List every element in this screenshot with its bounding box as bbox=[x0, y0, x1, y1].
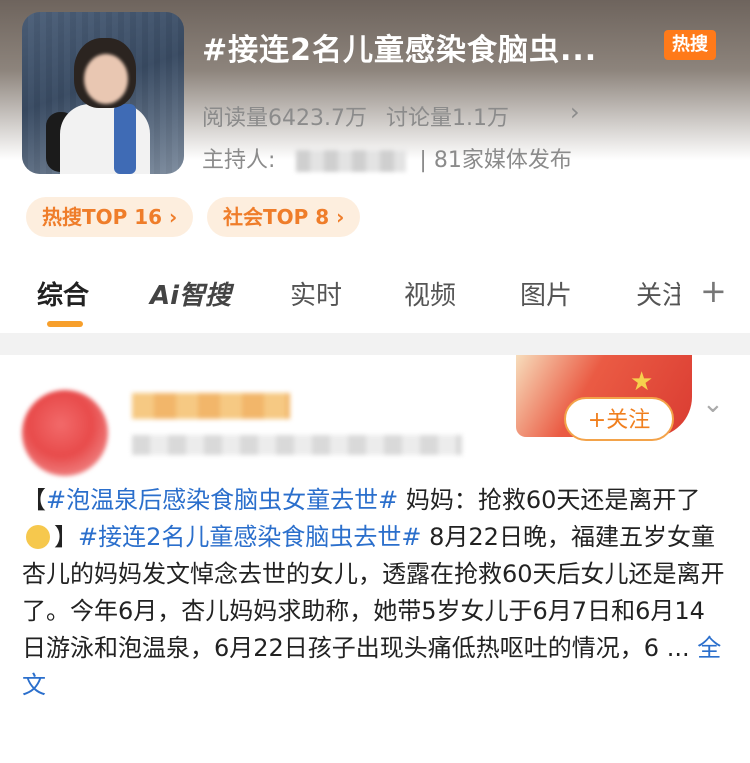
topic-cover-image bbox=[22, 12, 184, 174]
post-card: ★ +关注 ⌄ 【#泡温泉后感染食脑虫女童去世# 妈妈：抢救60天还是离开了】#… bbox=[0, 355, 750, 763]
tab-images[interactable]: 图片 bbox=[520, 275, 572, 312]
tab-realtime[interactable]: 实时 bbox=[290, 275, 342, 312]
read-count: 阅读量6423.7万 bbox=[202, 106, 367, 131]
topic-title: #接连2名儿童感染食脑虫... bbox=[202, 33, 598, 68]
chevron-right-icon[interactable]: › bbox=[570, 98, 580, 126]
hot-badge: 热搜 bbox=[664, 30, 716, 60]
follow-button[interactable]: +关注 bbox=[564, 397, 674, 441]
cover-child-body bbox=[60, 104, 150, 174]
post-text-part1: 妈妈：抢救60天还是离开了 bbox=[405, 486, 701, 514]
hashtag-link[interactable]: #接连2名儿童感染食脑虫去世# bbox=[78, 523, 422, 551]
cover-child-strap bbox=[114, 104, 136, 174]
host-line: 主持人: | 81家媒体发布 bbox=[202, 142, 572, 174]
sad-emoji-icon bbox=[26, 525, 50, 549]
cover-child-face bbox=[84, 54, 128, 104]
hot-search-rank-pill[interactable]: 热搜TOP 16 › bbox=[26, 197, 194, 237]
chevron-down-icon[interactable]: ⌄ bbox=[702, 389, 724, 419]
hashtag-link[interactable]: #泡温泉后感染食脑虫女童去世# bbox=[46, 486, 398, 514]
society-rank-pill[interactable]: 社会TOP 8 › bbox=[207, 197, 361, 237]
section-divider bbox=[0, 333, 750, 355]
media-count: | 81家媒体发布 bbox=[419, 148, 572, 173]
host-label: 主持人: bbox=[202, 148, 276, 173]
topic-stats[interactable]: 阅读量6423.7万 讨论量1.1万 bbox=[202, 100, 521, 132]
tab-ai-search[interactable]: Ai智搜 bbox=[150, 275, 231, 312]
tab-video[interactable]: 视频 bbox=[404, 275, 456, 312]
tab-comprehensive[interactable]: 综合 bbox=[37, 275, 89, 312]
author-name-blurred[interactable] bbox=[132, 393, 290, 419]
avatar[interactable] bbox=[22, 390, 108, 476]
post-meta-blurred bbox=[132, 435, 462, 455]
discussion-count: 讨论量1.1万 bbox=[385, 106, 509, 131]
tab-bar: 综合 Ai智搜 实时 视频 图片 关注 bbox=[0, 265, 750, 333]
plus-icon[interactable]: + bbox=[700, 272, 727, 310]
active-tab-indicator bbox=[47, 321, 83, 327]
tab-following[interactable]: 关注 bbox=[636, 275, 680, 312]
host-name-blurred[interactable] bbox=[296, 150, 407, 172]
star-icon: ★ bbox=[630, 367, 654, 397]
post-body: 【#泡温泉后感染食脑虫女童去世# 妈妈：抢救60天还是离开了】#接连2名儿童感染… bbox=[22, 486, 725, 699]
